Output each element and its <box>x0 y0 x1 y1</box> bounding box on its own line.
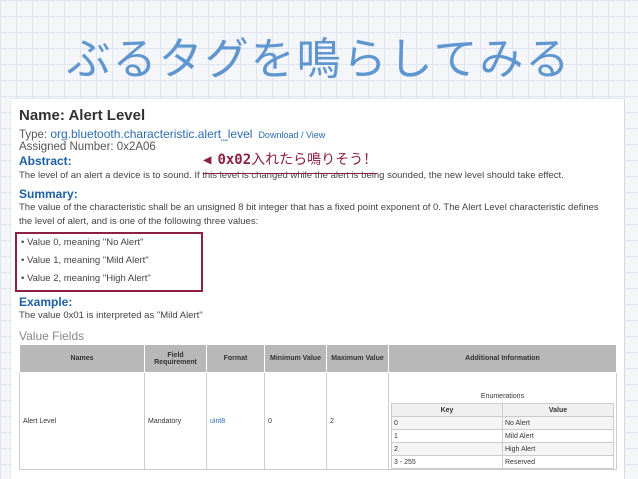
characteristic-name: Name: Alert Level <box>19 107 146 124</box>
cell-format[interactable]: uint8 <box>206 372 265 470</box>
enumerations-title: Enumerations <box>391 390 614 404</box>
col-field-requirement: Field Requirement <box>144 344 207 373</box>
col-additional-information: Additional Information <box>388 344 617 373</box>
col-format: Format <box>206 344 265 373</box>
cell-requirement: Mandatory <box>144 372 207 470</box>
table-header-row: Names Field Requirement Format Minimum V… <box>19 344 617 373</box>
col-minimum-value: Minimum Value <box>264 344 327 373</box>
table-row: Alert Level Mandatory uint8 0 2 Enumerat… <box>19 372 617 470</box>
value-fields-heading: Value Fields <box>19 329 85 343</box>
cell-name: Alert Level <box>19 372 145 470</box>
summary-text: The value of the characteristic shall be… <box>19 202 599 227</box>
enum-row: 1 Mild Alert <box>391 429 614 443</box>
enum-value: High Alert <box>502 442 614 456</box>
callout-code: 0x02 <box>217 152 252 168</box>
example-heading: Example: <box>19 295 73 309</box>
col-maximum-value: Maximum Value <box>326 344 389 373</box>
type-label: Type: <box>19 129 51 141</box>
enum-row: 3 - 255 Reserved <box>391 455 614 469</box>
example-text: The value 0x01 is interpreted as "Mild A… <box>19 310 203 321</box>
cell-max: 2 <box>326 372 389 470</box>
enum-key-header: Key <box>391 403 503 417</box>
summary-heading: Summary: <box>19 187 78 201</box>
value-fields-table: Names Field Requirement Format Minimum V… <box>19 344 617 470</box>
col-names: Names <box>19 344 145 373</box>
download-view-link[interactable]: Download / View <box>258 130 325 140</box>
type-line: Type: org.bluetooth.characteristic.alert… <box>19 127 325 141</box>
enum-value: Reserved <box>502 455 614 469</box>
highlight-box <box>15 232 203 292</box>
enum-row: 2 High Alert <box>391 442 614 456</box>
cell-min: 0 <box>264 372 327 470</box>
enum-key: 1 <box>391 429 503 443</box>
enum-value-header: Value <box>502 403 614 417</box>
enum-value: No Alert <box>502 416 614 430</box>
enum-row: 0 No Alert <box>391 416 614 430</box>
cell-additional-info: Enumerations Key Value 0 No Alert 1 Mild… <box>388 372 617 470</box>
slide-title: ぶるタグを鳴らしてみる <box>66 34 572 85</box>
assigned-number: Assigned Number: 0x2A06 <box>19 141 156 153</box>
left-triangle-icon: ◀ <box>203 152 212 168</box>
abstract-heading: Abstract: <box>19 154 72 168</box>
type-value-link[interactable]: org.bluetooth.characteristic.alert_level <box>50 127 252 141</box>
enum-key: 2 <box>391 442 503 456</box>
enumerations-table: Enumerations Key Value 0 No Alert 1 Mild… <box>391 390 614 469</box>
enum-value: Mild Alert <box>502 429 614 443</box>
enum-key: 3 - 255 <box>391 455 503 469</box>
callout-text: 入れたら鳴りそう！ <box>251 152 378 168</box>
enum-key: 0 <box>391 416 503 430</box>
callout-annotation: ◀ 0x02入れたら鳴りそう！ <box>203 149 378 174</box>
